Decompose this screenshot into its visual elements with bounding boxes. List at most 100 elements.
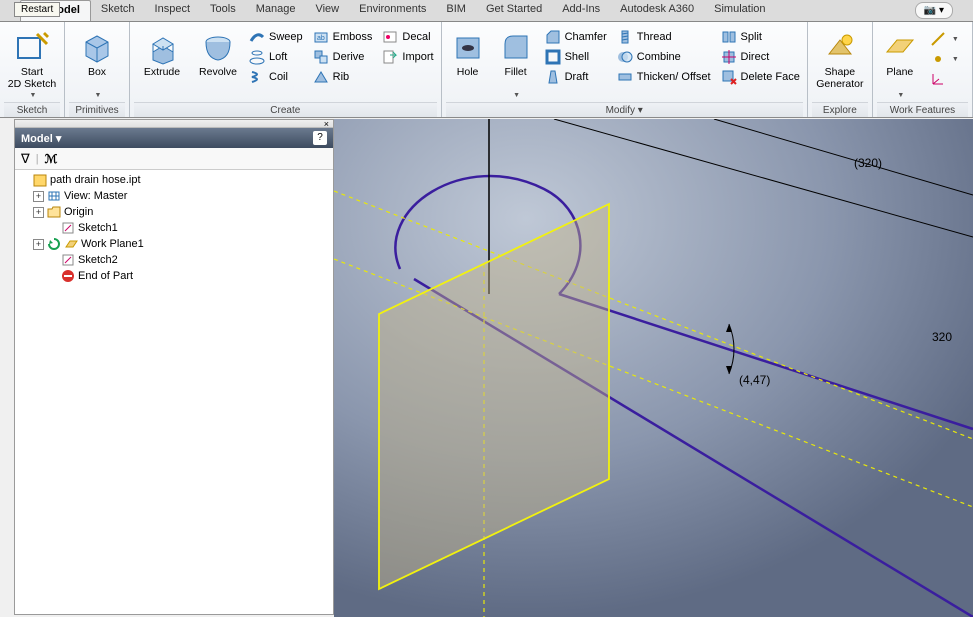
group-work-features: Plane ▼ ▼ ▼ Work Features <box>873 22 973 117</box>
delete-face-icon <box>721 69 737 85</box>
revolve-button[interactable]: Revolve <box>194 28 242 91</box>
hole-button[interactable]: Hole <box>446 28 490 91</box>
chevron-down-icon: ▼ <box>513 92 520 100</box>
sketch-icon <box>15 30 49 64</box>
chamfer-button[interactable]: Chamfer <box>542 28 610 46</box>
direct-icon <box>721 49 737 65</box>
revolve-icon <box>201 30 235 64</box>
box-label: Box <box>88 67 106 91</box>
plane-icon <box>883 30 917 64</box>
group-create: Extrude Revolve Sweep Loft Coil abEmboss… <box>130 22 442 117</box>
tab-get-started[interactable]: Get Started <box>476 0 552 21</box>
shell-button[interactable]: Shell <box>542 48 610 66</box>
expand-icon[interactable]: + <box>33 207 44 218</box>
work-ucs-button[interactable] <box>927 70 962 88</box>
shape-generator-icon <box>823 30 857 64</box>
rib-button[interactable]: Rib <box>310 68 376 86</box>
direct-button[interactable]: Direct <box>718 48 803 66</box>
rib-icon <box>313 69 329 85</box>
group-work-title: Work Features <box>877 102 968 117</box>
recycle-icon <box>47 237 61 251</box>
group-sketch-title: Sketch <box>4 102 60 117</box>
shape-generator-label: Shape Generator <box>816 67 863 91</box>
viewport-3d[interactable]: (320) 320 (4,47) <box>334 119 973 617</box>
work-point-button[interactable]: ▼ <box>927 50 962 68</box>
end-of-part-icon <box>61 269 75 283</box>
chevron-down-icon: ▼ <box>95 92 102 100</box>
tab-simulation[interactable]: Simulation <box>704 0 775 21</box>
tree-origin[interactable]: + Origin <box>15 204 333 220</box>
combine-button[interactable]: Combine <box>614 48 714 66</box>
chamfer-icon <box>545 29 561 45</box>
tree-view[interactable]: + View: Master <box>15 188 333 204</box>
start-2d-sketch-button[interactable]: Start 2D Sketch ▼ <box>4 28 60 100</box>
thicken-button[interactable]: Thicken/ Offset <box>614 68 714 86</box>
draft-icon <box>545 69 561 85</box>
workplane-icon <box>64 237 78 251</box>
extrude-label: Extrude <box>144 67 180 91</box>
fillet-button[interactable]: Fillet ▼ <box>494 28 538 100</box>
sweep-icon <box>249 29 265 45</box>
tree-sketch1[interactable]: Sketch1 <box>15 220 333 236</box>
dim-320-paren: (320) <box>854 156 882 170</box>
sketch-node-icon <box>61 253 75 267</box>
thread-button[interactable]: Thread <box>614 28 714 46</box>
tree-end-of-part[interactable]: End of Part <box>15 268 333 284</box>
part-icon <box>33 173 47 187</box>
search-icon[interactable]: ℳ <box>45 152 58 166</box>
fillet-label: Fillet <box>504 67 526 91</box>
ucs-icon <box>930 71 946 87</box>
appearance-dropdown[interactable]: 📷 ▾ <box>915 2 953 19</box>
import-icon <box>382 49 398 65</box>
tab-sketch[interactable]: Sketch <box>91 0 145 21</box>
split-button[interactable]: Split <box>718 28 803 46</box>
tab-add-ins[interactable]: Add-Ins <box>552 0 610 21</box>
expand-icon[interactable]: + <box>33 191 44 202</box>
chevron-down-icon: ▼ <box>30 92 37 100</box>
tab-inspect[interactable]: Inspect <box>145 0 200 21</box>
plane-button[interactable]: Plane ▼ <box>877 28 923 100</box>
sketch-node-icon <box>61 221 75 235</box>
tab-bim[interactable]: BIM <box>436 0 476 21</box>
coil-icon <box>249 69 265 85</box>
expand-icon[interactable]: + <box>33 239 44 250</box>
close-icon[interactable]: × <box>324 119 329 129</box>
group-modify: Hole Fillet ▼ Chamfer Shell Draft Thread… <box>442 22 808 117</box>
work-axis-button[interactable]: ▼ <box>927 30 962 48</box>
filter-icon[interactable]: ∇ <box>21 151 30 167</box>
loft-button[interactable]: Loft <box>246 48 306 66</box>
model-tree: path drain hose.ipt + View: Master + Ori… <box>15 170 333 614</box>
panel-title[interactable]: Model ▾ <box>21 132 61 145</box>
tab-manage[interactable]: Manage <box>246 0 306 21</box>
draft-button[interactable]: Draft <box>542 68 610 86</box>
group-primitives-title: Primitives <box>69 102 125 117</box>
panel-help-icon[interactable]: ? <box>313 131 327 145</box>
panel-grip[interactable]: × <box>15 120 333 128</box>
decal-button[interactable]: Decal <box>379 28 436 46</box>
combine-icon <box>617 49 633 65</box>
group-explore-title: Explore <box>812 102 868 117</box>
group-sketch: Start 2D Sketch ▼ Sketch <box>0 22 65 117</box>
tab-view[interactable]: View <box>305 0 349 21</box>
group-modify-title[interactable]: Modify ▾ <box>446 102 803 117</box>
tab-tools[interactable]: Tools <box>200 0 246 21</box>
tab-environments[interactable]: Environments <box>349 0 436 21</box>
axis-icon <box>930 31 946 47</box>
split-icon <box>721 29 737 45</box>
extrude-button[interactable]: Extrude <box>134 28 190 91</box>
sweep-button[interactable]: Sweep <box>246 28 306 46</box>
import-button[interactable]: Import <box>379 48 436 66</box>
box-button[interactable]: Box ▼ <box>69 28 125 100</box>
panel-toolbar: ∇ | ℳ <box>15 148 333 170</box>
derive-button[interactable]: Derive <box>310 48 376 66</box>
tree-workplane1[interactable]: + Work Plane1 <box>15 236 333 252</box>
dim-320: 320 <box>932 330 952 344</box>
coil-button[interactable]: Coil <box>246 68 306 86</box>
shape-generator-button[interactable]: Shape Generator <box>812 28 868 91</box>
delete-face-button[interactable]: Delete Face <box>718 68 803 86</box>
svg-text:ab: ab <box>317 35 325 42</box>
tree-sketch2[interactable]: Sketch2 <box>15 252 333 268</box>
tab-a360[interactable]: Autodesk A360 <box>610 0 704 21</box>
tree-root[interactable]: path drain hose.ipt <box>15 172 333 188</box>
emboss-button[interactable]: abEmboss <box>310 28 376 46</box>
